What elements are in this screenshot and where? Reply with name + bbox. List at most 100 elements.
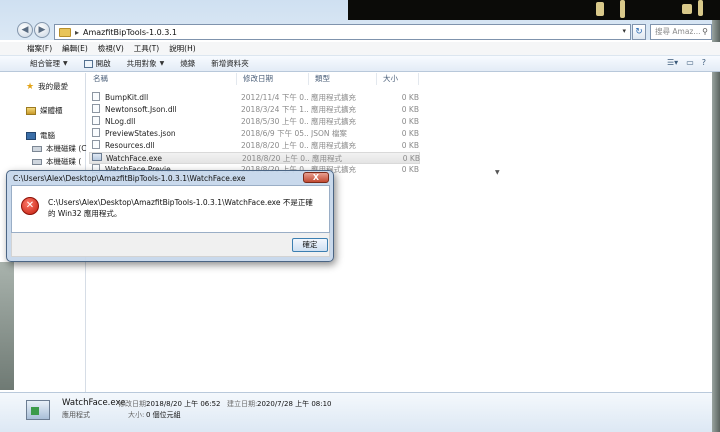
menu-edit[interactable]: 編輯(E) (57, 42, 93, 55)
drive-icon (32, 145, 42, 152)
address-bar[interactable]: ▸ AmazfitBipTools-1.0.3.1 ▾ (54, 24, 631, 40)
burn-button[interactable]: 燒錄 (172, 58, 203, 69)
organize-button[interactable]: 組合管理 ▼ (22, 58, 76, 69)
file-size: 0 KB (401, 105, 419, 114)
nav-drive-c[interactable]: 本機磁碟 (C (32, 143, 87, 154)
nav-drive-c-label: 本機磁碟 (C (46, 144, 87, 153)
error-icon: ✕ (21, 197, 39, 215)
details-modified-value: 2018/8/20 上午 06:52 (146, 400, 221, 408)
column-header-size[interactable]: 大小 (377, 73, 419, 85)
details-pane: WatchFace.exe 應用程式 修改日期: 2018/8/20 上午 06… (0, 392, 712, 432)
json-icon (92, 128, 100, 137)
star-icon: ★ (26, 81, 35, 92)
file-row[interactable]: Resources.dll 2018/8/20 上午 0... 應用程式擴充 0… (89, 140, 420, 152)
file-row-selected[interactable]: WatchFace.exe 2018/8/20 上午 0... 應用程式 0 K… (89, 152, 420, 164)
desktop-background (348, 0, 720, 20)
preview-pane-icon[interactable]: ▭ (686, 58, 694, 67)
view-options-icon[interactable]: ☰▾ (667, 58, 678, 67)
command-toolbar: 組合管理 ▼ 開啟 共用對象 ▼ 燒錄 新增資料夾 ☰▾ ▭ ? (0, 55, 720, 72)
details-file-type: 應用程式 (62, 411, 90, 419)
dialog-message: C:\Users\Alex\Desktop\AmazfitBipTools-1.… (48, 198, 313, 218)
open-label: 開啟 (95, 59, 111, 68)
details-file-name: WatchFace.exe (62, 398, 126, 408)
exe-icon (26, 400, 50, 420)
new-folder-label: 新增資料夾 (211, 59, 249, 68)
column-header-name[interactable]: 名稱 (87, 73, 237, 85)
search-placeholder: 搜尋 Amaz... (655, 27, 701, 36)
dll-icon (92, 116, 100, 125)
nav-libraries[interactable]: 媒體櫃 (26, 105, 63, 116)
dll-icon (92, 92, 100, 101)
arrow-left-icon: ◀ (21, 25, 29, 35)
share-label: 共用對象 (126, 59, 157, 68)
view-controls: ☰▾ ▭ ? (667, 58, 706, 67)
details-size-label: 大小: (128, 411, 145, 419)
file-type: 應用程式擴充 (311, 141, 356, 150)
file-type: 應用程式擴充 (311, 93, 356, 102)
file-row[interactable]: Newtonsoft.Json.dll 2018/3/24 下午 1... 應用… (89, 104, 420, 116)
file-type: 應用程式擴充 (311, 117, 356, 126)
burn-label: 燒錄 (180, 59, 196, 68)
file-row[interactable]: PreviewStates.json 2018/6/9 下午 05... JSO… (89, 128, 420, 140)
sort-indicator-icon: ▼ (495, 169, 500, 176)
nav-drive-d-label: 本機磁碟 ( (46, 157, 82, 166)
file-name: Newtonsoft.Json.dll (105, 105, 177, 114)
menu-file[interactable]: 檔案(F) (22, 42, 57, 55)
nav-computer-label: 電腦 (40, 131, 55, 140)
details-modified-label: 修改日期: (118, 400, 149, 408)
drive-icon (32, 158, 42, 165)
refresh-button[interactable]: ↻ (632, 24, 646, 40)
file-name: NLog.dll (105, 117, 136, 126)
file-date: 2018/6/9 下午 05... (241, 129, 309, 138)
column-header-date[interactable]: 修改日期 (237, 73, 309, 85)
file-name: Resources.dll (105, 141, 155, 150)
file-size: 0 KB (401, 117, 419, 126)
dialog-close-button[interactable]: X (303, 172, 329, 183)
nav-favorites-label: 我的最愛 (38, 82, 69, 91)
nav-drive-d[interactable]: 本機磁碟 ( (32, 156, 81, 167)
desktop-edge-right (712, 20, 720, 432)
refresh-icon: ↻ (635, 27, 643, 37)
open-button[interactable]: 開啟 (76, 58, 119, 69)
menu-help[interactable]: 說明(H) (164, 42, 201, 55)
new-folder-button[interactable]: 新增資料夾 (203, 58, 257, 69)
details-created-value: 2020/7/28 上午 08:10 (257, 400, 332, 408)
nav-libraries-label: 媒體櫃 (40, 106, 63, 115)
file-date: 2012/11/4 下午 0... (241, 93, 309, 102)
column-header-type[interactable]: 類型 (309, 73, 377, 85)
chevron-down-icon: ▼ (63, 60, 68, 67)
dialog-title: C:\Users\Alex\Desktop\AmazfitBipTools-1.… (13, 174, 246, 183)
file-type: 應用程式擴充 (311, 105, 356, 114)
forward-button[interactable]: ▶ (34, 22, 50, 38)
search-icon: ⚲ (702, 27, 708, 36)
chevron-down-icon[interactable]: ▾ (622, 27, 626, 35)
folder-icon (59, 27, 71, 37)
nav-favorites[interactable]: ★ 我的最愛 (26, 81, 68, 92)
dialog-body: ✕ C:\Users\Alex\Desktop\AmazfitBipTools-… (11, 185, 330, 233)
back-button[interactable]: ◀ (17, 22, 33, 38)
menu-tools[interactable]: 工具(T) (129, 42, 164, 55)
file-row[interactable]: NLog.dll 2018/5/30 上午 0... 應用程式擴充 0 KB (89, 116, 420, 128)
file-size: 0 KB (401, 165, 419, 174)
file-row[interactable]: BumpKit.dll 2012/11/4 下午 0... 應用程式擴充 0 K… (89, 92, 420, 104)
details-size-value: 0 個位元組 (146, 411, 181, 419)
exe-icon (92, 153, 102, 161)
file-size: 0 KB (401, 141, 419, 150)
dll-icon (92, 104, 100, 113)
arrow-right-icon: ▶ (38, 25, 46, 35)
menu-view[interactable]: 檢視(V) (93, 42, 129, 55)
breadcrumb-path[interactable]: AmazfitBipTools-1.0.3.1 (83, 28, 177, 37)
library-icon (26, 106, 36, 115)
computer-icon (26, 131, 36, 140)
help-icon[interactable]: ? (702, 58, 706, 67)
ok-button[interactable]: 確定 (292, 238, 328, 252)
desktop-edge-left (0, 262, 14, 390)
close-icon: X (312, 173, 320, 182)
organize-label: 組合管理 (30, 59, 60, 68)
open-icon (83, 59, 93, 68)
share-button[interactable]: 共用對象 ▼ (119, 58, 173, 69)
file-type: JSON 檔案 (311, 129, 347, 138)
file-date: 2018/5/30 上午 0... (241, 117, 309, 126)
nav-computer[interactable]: 電腦 (26, 130, 55, 141)
search-input[interactable]: 搜尋 Amaz... ⚲ (650, 24, 712, 40)
